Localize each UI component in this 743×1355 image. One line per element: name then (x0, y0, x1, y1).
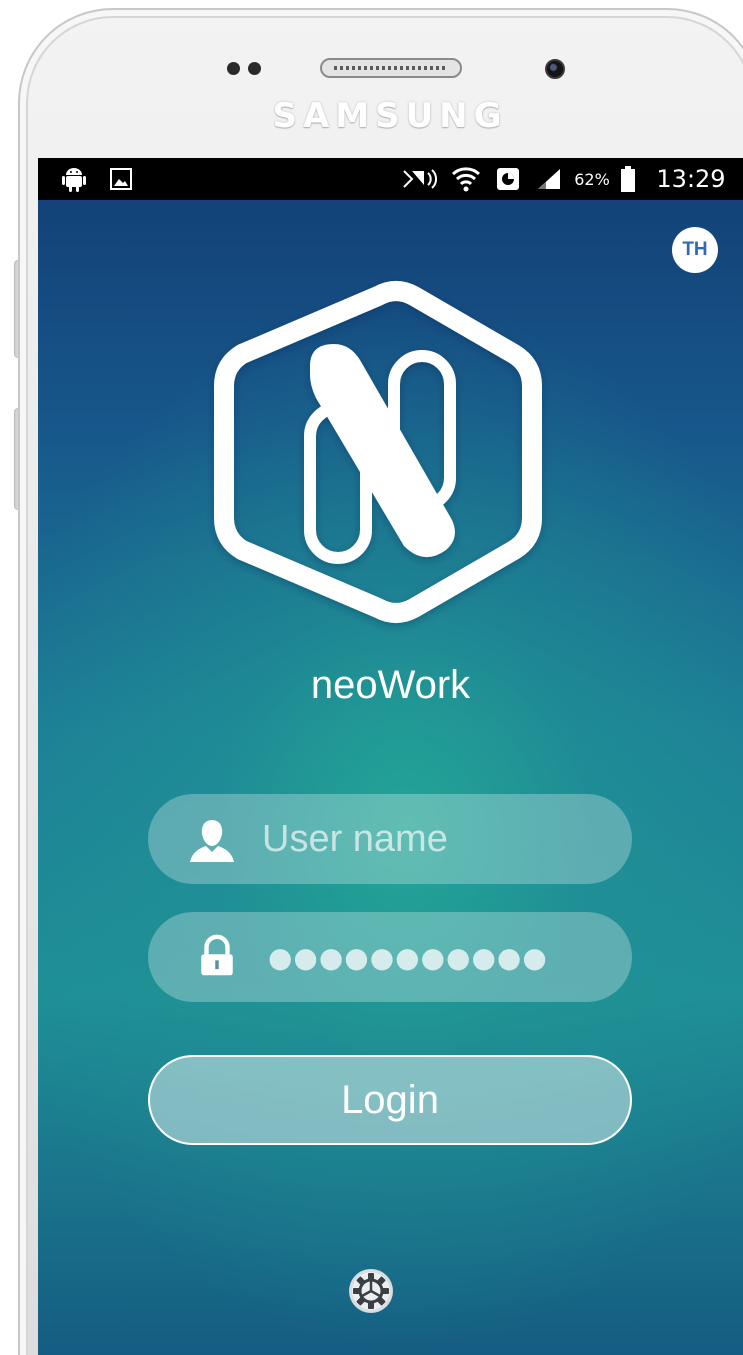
data-saver-icon (494, 158, 522, 200)
proximity-sensor (227, 62, 240, 75)
earpiece-speaker (320, 58, 462, 78)
user-icon (190, 820, 234, 862)
clock: 13:29 (656, 165, 726, 193)
login-button[interactable]: Login (148, 1055, 632, 1145)
image-notification-icon (108, 158, 134, 200)
front-camera (545, 59, 565, 79)
language-toggle-button[interactable]: TH (672, 227, 718, 273)
android-icon (60, 158, 88, 200)
battery-icon (618, 158, 638, 200)
device-brand: SAMSUNG (272, 96, 508, 136)
app-name: neoWork (310, 663, 471, 707)
lock-icon (201, 934, 233, 976)
status-bar: 62% 13:29 (38, 158, 743, 200)
phone-screen: 62% 13:29 TH neoWork User name ●●●●●●●●●… (38, 158, 743, 1355)
signal-icon (534, 158, 564, 200)
username-input[interactable] (262, 794, 602, 884)
neowork-logo (214, 281, 542, 623)
page: SAMSUNG 62% 13:29 TH neoWork User name ●… (0, 0, 743, 1355)
wifi-icon (450, 158, 482, 200)
gear-icon[interactable] (348, 1268, 394, 1314)
battery-percentage: 62% (574, 169, 610, 189)
light-sensor (248, 62, 261, 75)
username-field[interactable] (148, 794, 632, 884)
nfc-icon (400, 158, 440, 200)
password-field[interactable]: ●●●●●●●●●●● (148, 912, 632, 1002)
password-input[interactable]: ●●●●●●●●●●● (268, 912, 548, 1002)
